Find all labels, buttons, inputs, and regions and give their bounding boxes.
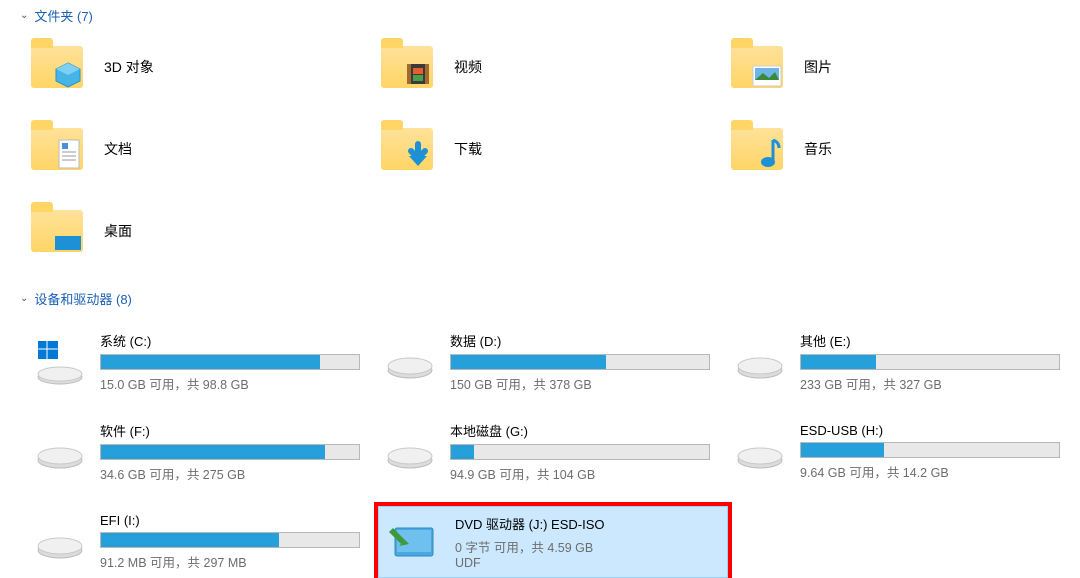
chevron-down-icon: ⌄ <box>20 10 28 21</box>
drive-subtext: 150 GB 可用，共 378 GB <box>450 374 710 393</box>
dvd-install-icon <box>385 514 441 570</box>
drive-label: 系统 (C:) <box>100 331 360 350</box>
drive-usage-bar <box>450 444 710 460</box>
drive-label: 本地磁盘 (G:) <box>450 421 710 440</box>
windows-drive-icon <box>34 334 86 390</box>
drive-grid: 系统 (C:) 15.0 GB 可用，共 98.8 GB 数据 (D:) 150… <box>0 326 1080 578</box>
folder-pictures[interactable]: 图片 <box>728 37 1078 97</box>
drive-label: 软件 (F:) <box>100 421 360 440</box>
drive-usage-bar <box>800 354 1060 370</box>
folder-pictures-icon <box>728 39 786 95</box>
hard-drive-icon <box>384 334 436 390</box>
drive-label: EFI (I:) <box>100 513 360 528</box>
drive-subtext: 91.2 MB 可用，共 297 MB <box>100 552 360 571</box>
folder-label: 桌面 <box>104 221 132 241</box>
chevron-down-icon: ⌄ <box>20 293 28 304</box>
section-title-folders: 文件夹 (7) <box>34 6 93 25</box>
folder-videos[interactable]: 视频 <box>378 37 728 97</box>
folder-videos-icon <box>378 39 436 95</box>
folder-label: 文档 <box>104 139 132 159</box>
drive-usage-bar <box>100 354 360 370</box>
folder-grid: 3D 对象 视频 图片 文档 下载 <box>0 37 1080 261</box>
folder-3d-objects[interactable]: 3D 对象 <box>28 37 378 97</box>
section-header-folders[interactable]: ⌄ 文件夹 (7) <box>0 0 1080 31</box>
drive-usage-bar <box>100 444 360 460</box>
drive-efi-i[interactable]: EFI (I:) 91.2 MB 可用，共 297 MB <box>28 506 378 578</box>
folder-music[interactable]: 音乐 <box>728 119 1078 179</box>
folder-documents-icon <box>28 121 86 177</box>
drive-label: 数据 (D:) <box>450 331 710 350</box>
folder-label: 3D 对象 <box>104 57 154 77</box>
drive-dvd-j[interactable]: DVD 驱动器 (J:) ESD-ISO 0 字节 可用，共 4.59 GB U… <box>378 506 728 578</box>
drive-software-f[interactable]: 软件 (F:) 34.6 GB 可用，共 275 GB <box>28 416 378 488</box>
folder-documents[interactable]: 文档 <box>28 119 378 179</box>
drive-subtext: 15.0 GB 可用，共 98.8 GB <box>100 374 360 393</box>
hard-drive-icon <box>734 424 786 480</box>
drive-system-c[interactable]: 系统 (C:) 15.0 GB 可用，共 98.8 GB <box>28 326 378 398</box>
drive-subtext: 233 GB 可用，共 327 GB <box>800 374 1060 393</box>
folder-desktop-icon <box>28 203 86 259</box>
drive-label: ESD-USB (H:) <box>800 423 1060 438</box>
drive-usage-bar <box>100 532 360 548</box>
hard-drive-icon <box>34 514 86 570</box>
folder-label: 下载 <box>454 139 482 159</box>
folder-desktop[interactable]: 桌面 <box>28 201 378 261</box>
drive-filesystem: UDF <box>455 556 701 570</box>
hard-drive-icon <box>734 334 786 390</box>
drive-subtext: 94.9 GB 可用，共 104 GB <box>450 464 710 483</box>
drive-subtext: 34.6 GB 可用，共 275 GB <box>100 464 360 483</box>
drive-data-d[interactable]: 数据 (D:) 150 GB 可用，共 378 GB <box>378 326 728 398</box>
folder-downloads-icon <box>378 121 436 177</box>
folder-3d-icon <box>28 39 86 95</box>
drive-subtext: 0 字节 可用，共 4.59 GB <box>455 537 701 556</box>
drive-label: DVD 驱动器 (J:) ESD-ISO <box>455 514 701 533</box>
folder-label: 图片 <box>804 57 832 77</box>
hard-drive-icon <box>384 424 436 480</box>
drive-local-g[interactable]: 本地磁盘 (G:) 94.9 GB 可用，共 104 GB <box>378 416 728 488</box>
hard-drive-icon <box>34 424 86 480</box>
folder-downloads[interactable]: 下载 <box>378 119 728 179</box>
section-title-drives: 设备和驱动器 (8) <box>34 289 132 308</box>
section-header-drives[interactable]: ⌄ 设备和驱动器 (8) <box>0 283 1080 314</box>
drive-label: 其他 (E:) <box>800 331 1060 350</box>
drive-usage-bar <box>800 442 1060 458</box>
folder-label: 音乐 <box>804 139 832 159</box>
drive-subtext: 9.64 GB 可用，共 14.2 GB <box>800 462 1060 481</box>
drive-other-e[interactable]: 其他 (E:) 233 GB 可用，共 327 GB <box>728 326 1078 398</box>
folder-label: 视频 <box>454 57 482 77</box>
drive-esd-usb-h[interactable]: ESD-USB (H:) 9.64 GB 可用，共 14.2 GB <box>728 416 1078 488</box>
drive-usage-bar <box>450 354 710 370</box>
folder-music-icon <box>728 121 786 177</box>
